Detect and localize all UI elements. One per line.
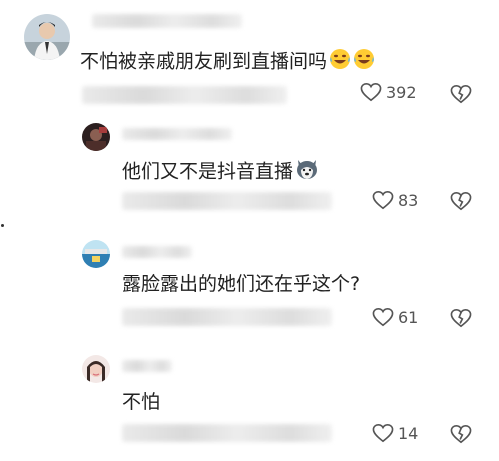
broken-heart-icon: [450, 84, 472, 104]
broken-heart-icon: [450, 308, 472, 328]
comment-text-content: 露脸露出的她们还在乎这个?: [122, 273, 361, 295]
heart-outline-icon: [372, 307, 394, 327]
stray-dot: [1, 224, 4, 227]
blurred-meta: [82, 86, 287, 104]
like-count: 61: [398, 307, 419, 327]
avatar[interactable]: [24, 14, 70, 60]
comment-text-content: 不怕: [122, 391, 161, 413]
like-button[interactable]: 83: [372, 190, 418, 210]
dislike-button[interactable]: [450, 84, 472, 108]
blurred-username: [122, 360, 172, 372]
blurred-username: [92, 14, 242, 28]
like-button[interactable]: 392: [360, 82, 417, 102]
blurred-username: [122, 128, 232, 140]
blurred-meta: [122, 424, 332, 442]
dislike-button[interactable]: [450, 308, 472, 332]
blurred-meta: [122, 308, 332, 326]
husky-emoji: [295, 158, 319, 186]
blurred-username: [122, 246, 192, 258]
laugh-cry-emoji: [329, 48, 351, 76]
avatar[interactable]: [82, 355, 110, 383]
comment-text: 他们又不是抖音直播: [122, 158, 319, 186]
comment-text: 不怕被亲戚朋友刷到直播间吗: [80, 48, 375, 76]
like-count: 83: [398, 190, 419, 210]
heart-outline-icon: [372, 190, 394, 210]
like-button[interactable]: 61: [372, 307, 418, 327]
like-button[interactable]: 14: [372, 423, 418, 443]
comment-text-content: 他们又不是抖音直播: [122, 160, 294, 183]
laugh-cry-emoji: [353, 48, 375, 76]
blurred-meta: [122, 192, 332, 210]
like-count: 14: [398, 423, 419, 443]
comment-text-content: 不怕被亲戚朋友刷到直播间吗: [80, 50, 328, 73]
broken-heart-icon: [450, 424, 472, 444]
avatar[interactable]: [82, 123, 110, 151]
broken-heart-icon: [450, 191, 472, 211]
comment-text: 露脸露出的她们还在乎这个?: [122, 272, 360, 296]
comment-text: 不怕: [122, 390, 160, 414]
heart-outline-icon: [372, 423, 394, 443]
heart-outline-icon: [360, 82, 382, 102]
dislike-button[interactable]: [450, 191, 472, 215]
like-count: 392: [386, 82, 417, 102]
avatar[interactable]: [82, 240, 110, 268]
dislike-button[interactable]: [450, 424, 472, 448]
